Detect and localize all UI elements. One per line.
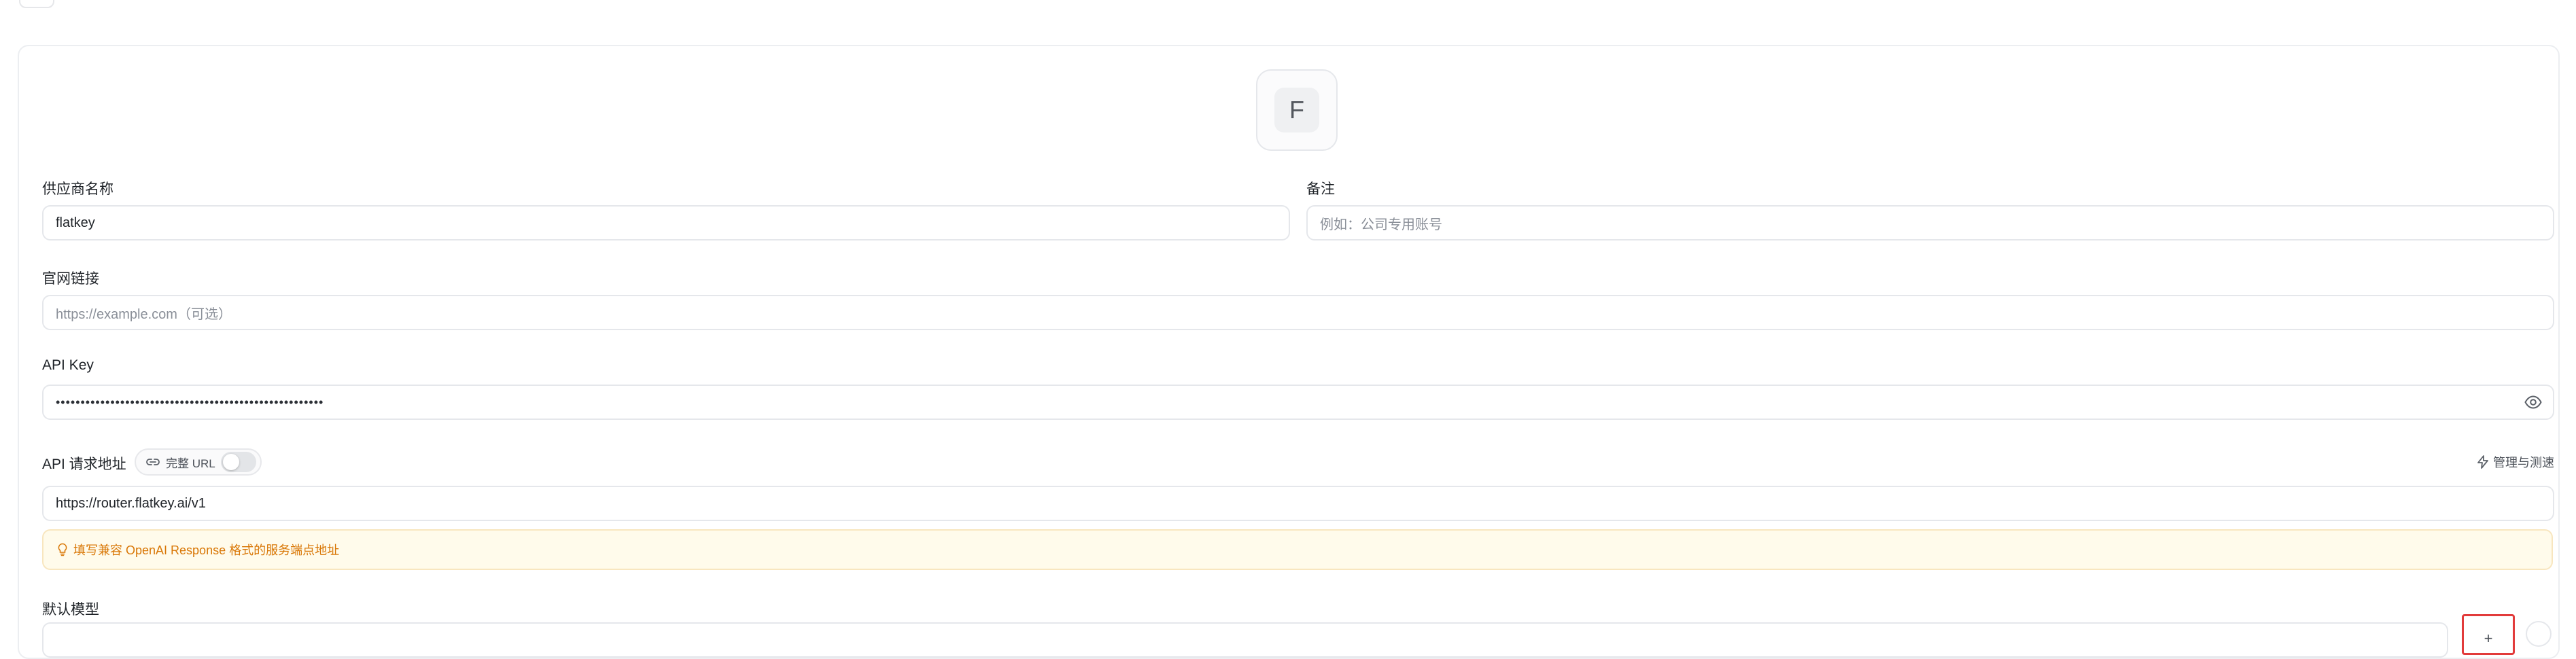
website-placeholder: https://example.com（可选） <box>56 306 232 322</box>
default-model-label: 默认模型 <box>42 602 99 618</box>
manage-and-speedtest-button[interactable]: 管理与测速 <box>2477 453 2554 471</box>
full-url-label: 完整 URL <box>166 457 215 470</box>
notes-placeholder: 例如：公司专用账号 <box>1320 217 1442 232</box>
add-model-button[interactable]: + <box>2462 614 2515 655</box>
api-endpoint-hint: 填写兼容 OpenAI Response 格式的服务端点地址 <box>42 529 2553 570</box>
lightbulb-icon <box>58 543 67 556</box>
link-icon <box>146 459 160 465</box>
website-label: 官网链接 <box>42 271 99 287</box>
notes-input[interactable]: 例如：公司专用账号 <box>1306 205 2554 241</box>
hint-text: 填写兼容 OpenAI Response 格式的服务端点地址 <box>73 544 340 557</box>
api-key-input[interactable]: ••••••••••••••••••••••••••••••••••••••••… <box>42 385 2554 420</box>
provider-avatar-picker[interactable]: F <box>1256 69 1338 151</box>
full-url-toggle-pill[interactable]: 完整 URL <box>135 448 262 476</box>
default-model-input[interactable] <box>42 622 2448 658</box>
website-input[interactable]: https://example.com（可选） <box>42 295 2554 330</box>
manage-label: 管理与测速 <box>2493 456 2554 469</box>
model-options-button[interactable] <box>2526 621 2552 647</box>
provider-name-input[interactable]: flatkey <box>42 205 1290 241</box>
back-button[interactable] <box>19 0 54 8</box>
switch-knob <box>222 454 239 470</box>
notes-label: 备注 <box>1306 181 1335 197</box>
provider-name-label: 供应商名称 <box>42 181 114 197</box>
full-url-switch[interactable] <box>220 452 256 472</box>
api-endpoint-value: https://router.flatkey.ai/v1 <box>56 495 206 511</box>
api-key-label: API Key <box>42 357 94 373</box>
api-key-masked-value: ••••••••••••••••••••••••••••••••••••••••… <box>56 395 324 409</box>
avatar: F <box>1274 88 1319 132</box>
eye-icon[interactable] <box>2524 395 2542 410</box>
provider-name-value: flatkey <box>56 215 95 230</box>
api-endpoint-input[interactable]: https://router.flatkey.ai/v1 <box>42 486 2554 521</box>
api-endpoint-label: API 请求地址 <box>42 457 126 472</box>
lightning-icon <box>2477 455 2488 469</box>
